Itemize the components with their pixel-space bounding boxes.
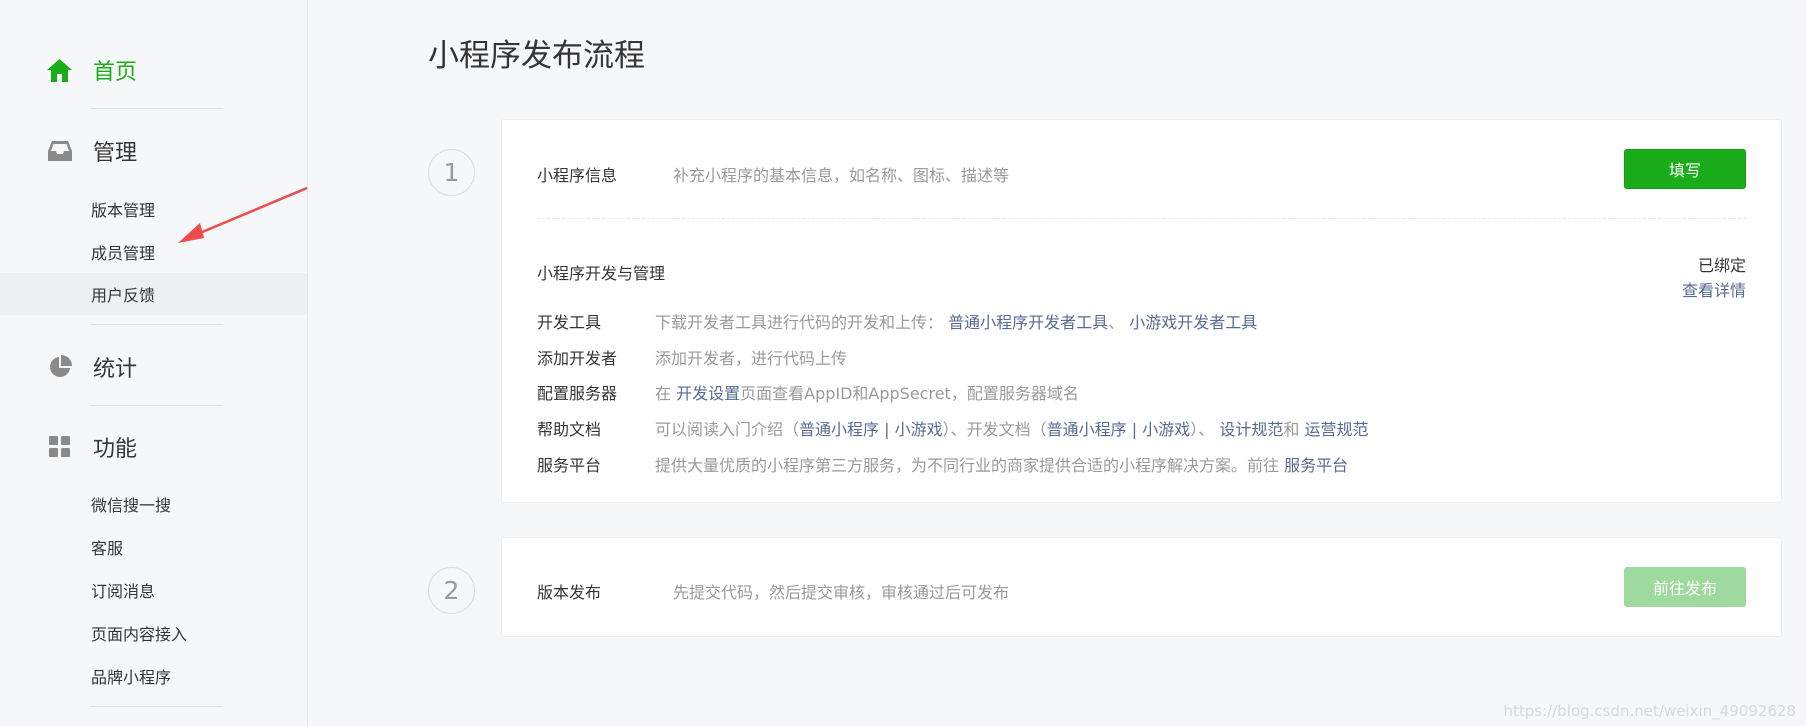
service-platform-row: 服务平台 提供大量优质的小程序第三方服务，为不同行业的商家提供合适的小程序解决方… xyxy=(537,452,1348,476)
divider xyxy=(91,706,223,707)
sidebar-item-brand-miniprogram[interactable]: 品牌小程序 xyxy=(0,655,307,697)
step-number-2: 2 xyxy=(428,567,475,614)
step1-title: 小程序信息 xyxy=(537,166,618,185)
help-docs-mid: ）、开发文档（ xyxy=(942,420,1047,439)
nav-features[interactable]: 功能 xyxy=(47,427,137,467)
service-platform-key: 服务平台 xyxy=(537,456,602,475)
dev-section-title: 小程序开发与管理 xyxy=(537,264,666,283)
nav-home-label: 首页 xyxy=(93,60,138,85)
dev-tools-key: 开发工具 xyxy=(537,313,602,332)
server-config-pre: 在 xyxy=(655,384,672,403)
divider xyxy=(91,324,223,325)
nav-features-label: 功能 xyxy=(93,437,138,462)
add-developer-text: 添加开发者，进行代码上传 xyxy=(655,349,848,368)
fill-in-button[interactable]: 填写 xyxy=(1624,149,1746,189)
and-text: 和 xyxy=(1283,420,1300,439)
sidebar-item-page-content[interactable]: 页面内容接入 xyxy=(0,612,307,654)
page-title: 小程序发布流程 xyxy=(428,38,645,74)
sidebar-item-user-feedback[interactable]: 用户反馈 xyxy=(0,273,307,315)
step1-desc: 补充小程序的基本信息，如名称、图标、描述等 xyxy=(673,166,1010,185)
step2-title: 版本发布 xyxy=(537,583,602,602)
sidebar-item-customer-service[interactable]: 客服 xyxy=(0,526,307,568)
home-icon xyxy=(47,58,72,83)
docs-miniprogram-link[interactable]: 普通小程序 xyxy=(1047,420,1127,439)
add-developer-row: 添加开发者 添加开发者，进行代码上传 xyxy=(537,345,847,369)
sidebar-item-label: 客服 xyxy=(91,539,124,558)
sidebar-item-label: 页面内容接入 xyxy=(91,625,188,644)
add-developer-key: 添加开发者 xyxy=(537,349,618,368)
service-platform-text: 提供大量优质的小程序第三方服务，为不同行业的商家提供合适的小程序解决方案。前往 xyxy=(655,456,1280,475)
pie-chart-icon xyxy=(47,355,72,380)
help-docs-row: 帮助文档 可以阅读入门介绍（普通小程序 | 小游戏）、开发文档（普通小程序 | … xyxy=(537,416,1369,440)
divider xyxy=(91,405,223,406)
help-docs-mid2: ）、 xyxy=(1190,420,1215,439)
sidebar-item-label: 版本管理 xyxy=(91,201,156,220)
bound-status: 已绑定 xyxy=(1697,256,1746,275)
intro-miniprogram-link[interactable]: 普通小程序 xyxy=(799,420,879,439)
server-config-key: 配置服务器 xyxy=(537,384,618,403)
sidebar-item-label: 微信搜一搜 xyxy=(91,496,172,515)
help-docs-pre: 可以阅读入门介绍（ xyxy=(655,420,800,439)
go-publish-button[interactable]: 前往发布 xyxy=(1624,567,1746,607)
divider xyxy=(91,108,223,109)
step2-card: 版本发布 先提交代码，然后提交审核，审核通过后可发布 前往发布 xyxy=(501,537,1782,637)
help-docs-key: 帮助文档 xyxy=(537,420,602,439)
separator-text: 、 xyxy=(1108,313,1125,332)
sidebar: 首页 管理 版本管理 成员管理 用户反馈 统计 功能 微信搜一搜 客服 订阅消息 xyxy=(0,0,308,726)
nav-stats-label: 统计 xyxy=(93,357,138,382)
intro-minigame-link[interactable]: 小游戏 xyxy=(895,420,943,439)
annotation-arrow-icon xyxy=(178,186,308,243)
grid-icon xyxy=(47,435,72,460)
sidebar-item-label: 订阅消息 xyxy=(91,582,156,601)
nav-stats[interactable]: 统计 xyxy=(47,347,137,387)
server-config-post: 页面查看AppID和AppSecret，配置服务器域名 xyxy=(740,384,1079,403)
service-platform-link[interactable]: 服务平台 xyxy=(1284,456,1348,475)
docs-minigame-link[interactable]: 小游戏 xyxy=(1142,420,1190,439)
operation-guide-link[interactable]: 运营规范 xyxy=(1304,420,1368,439)
step2-desc: 先提交代码，然后提交审核，审核通过后可发布 xyxy=(673,583,1010,602)
step1-card: 小程序信息 补充小程序的基本信息，如名称、图标、描述等 填写 小程序开发与管理 … xyxy=(501,119,1782,503)
watermark: https://blog.csdn.net/weixin_49092628 xyxy=(1503,702,1796,720)
sidebar-item-wechat-search[interactable]: 微信搜一搜 xyxy=(0,483,307,525)
miniprogram-devtools-link[interactable]: 普通小程序开发者工具 xyxy=(948,313,1108,332)
step-number-1: 1 xyxy=(428,149,475,196)
sidebar-item-label: 用户反馈 xyxy=(91,286,156,305)
nav-home[interactable]: 首页 xyxy=(47,50,137,90)
dev-tools-text: 下载开发者工具进行代码的开发和上传： xyxy=(655,313,944,332)
divider xyxy=(537,218,1746,219)
server-config-row: 配置服务器 在 开发设置页面查看AppID和AppSecret，配置服务器域名 xyxy=(537,380,1079,404)
link-separator: | xyxy=(1131,420,1138,439)
dev-settings-link[interactable]: 开发设置 xyxy=(676,384,740,403)
view-details-link[interactable]: 查看详情 xyxy=(1682,277,1746,301)
link-separator: | xyxy=(884,420,890,439)
nav-manage-label: 管理 xyxy=(93,141,138,166)
design-guide-link[interactable]: 设计规范 xyxy=(1219,420,1283,439)
minigame-devtools-link[interactable]: 小游戏开发者工具 xyxy=(1129,313,1257,332)
sidebar-item-label: 品牌小程序 xyxy=(91,668,172,687)
inbox-icon xyxy=(47,139,72,164)
sidebar-item-subscribe-message[interactable]: 订阅消息 xyxy=(0,569,307,611)
nav-manage[interactable]: 管理 xyxy=(47,131,137,171)
sidebar-item-label: 成员管理 xyxy=(91,244,156,263)
dev-tools-row: 开发工具 下载开发者工具进行代码的开发和上传： 普通小程序开发者工具、 小游戏开… xyxy=(537,309,1257,333)
